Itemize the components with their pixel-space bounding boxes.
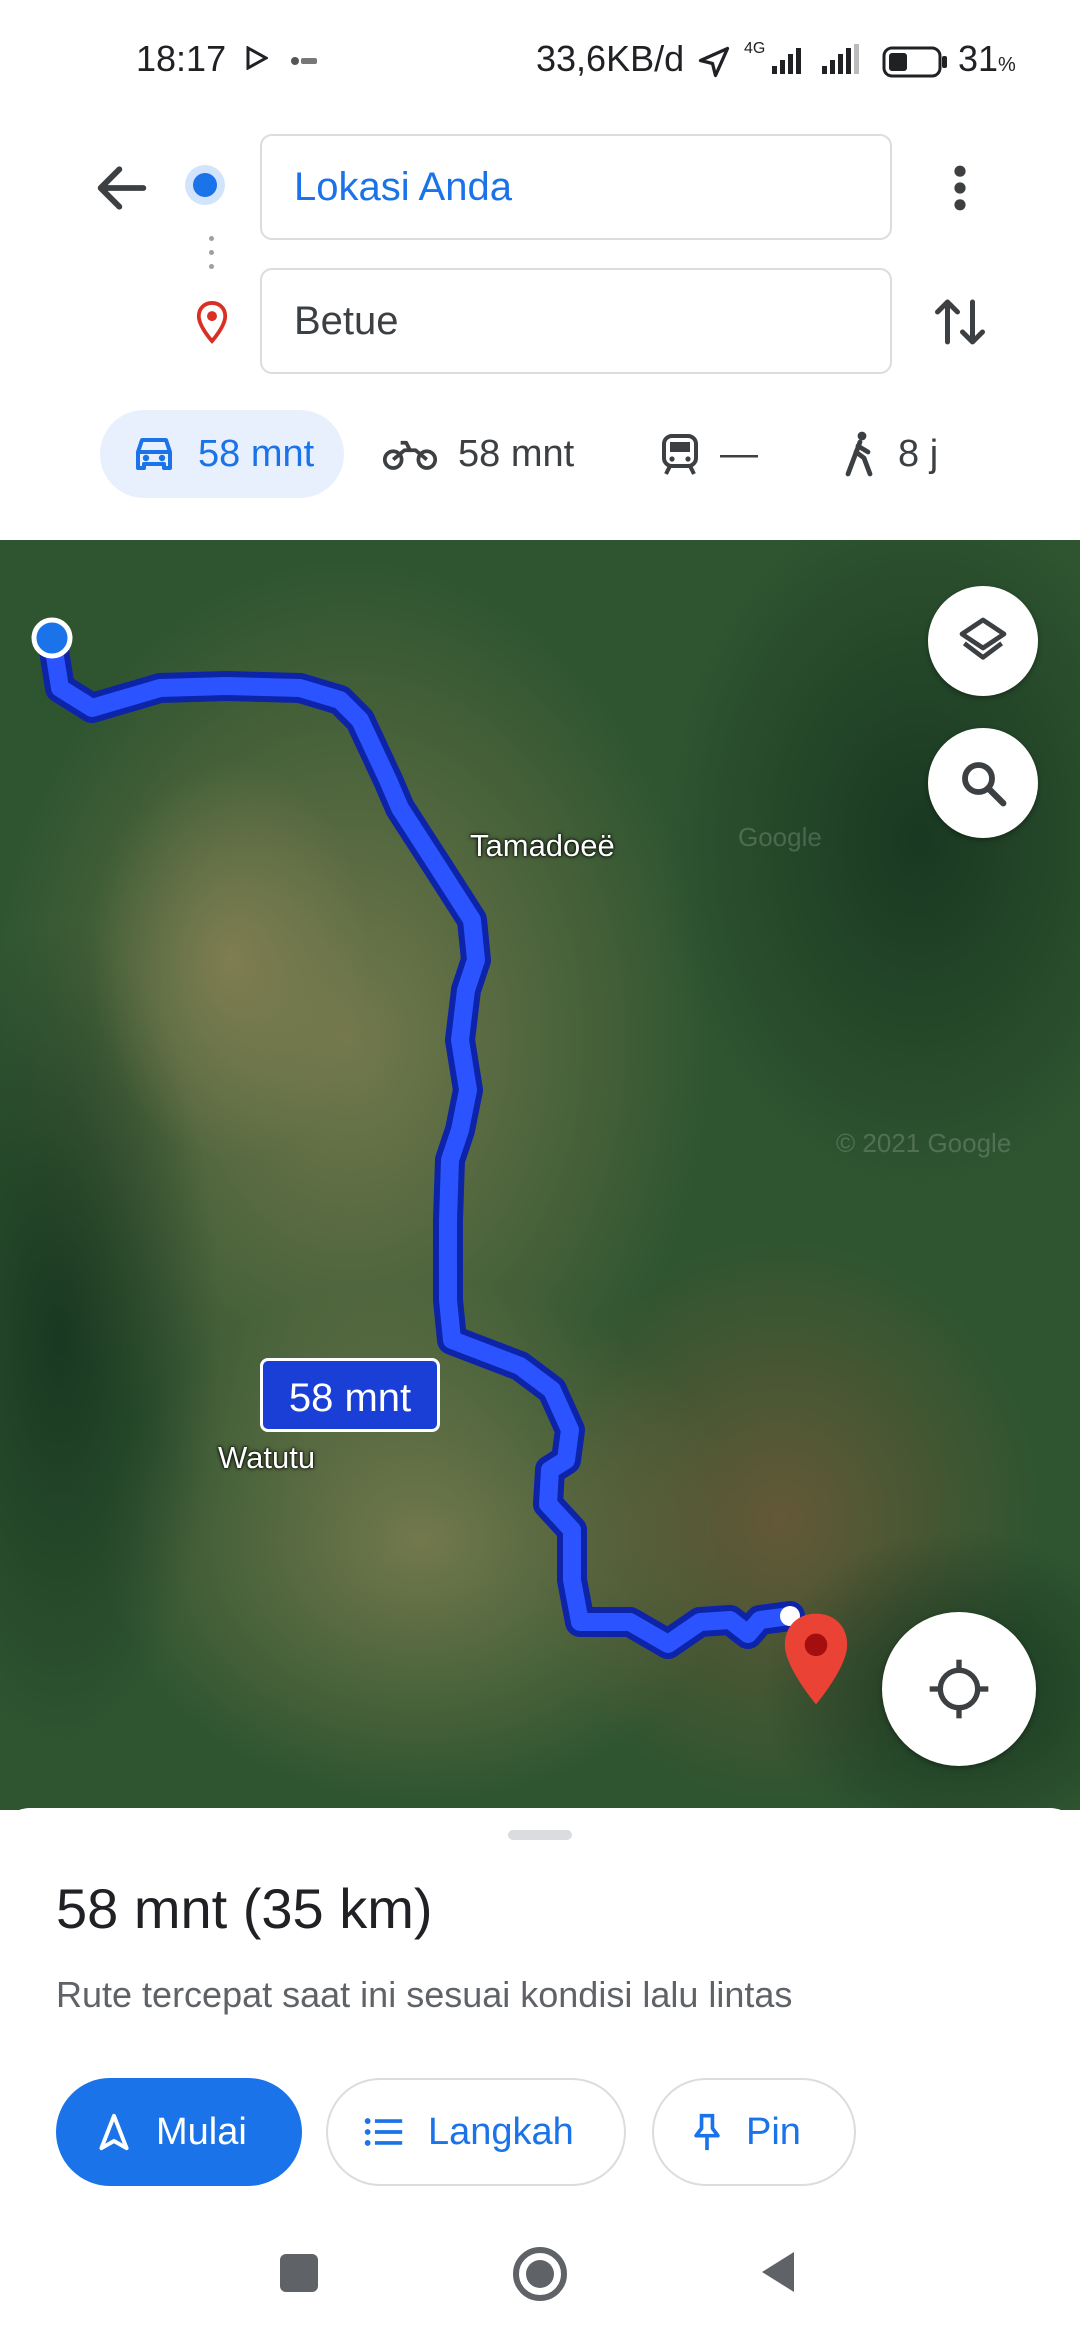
steps-label: Langkah xyxy=(428,2110,574,2153)
motorcycle-icon xyxy=(382,440,438,470)
search-along-route-button[interactable] xyxy=(928,728,1038,838)
recent-apps-icon[interactable] xyxy=(280,2254,318,2292)
battery-percent: 31% xyxy=(958,38,1016,80)
mode-tab-walk[interactable]: 8 j xyxy=(842,410,938,498)
map-watermark: Google xyxy=(738,822,822,852)
media-play-icon xyxy=(246,46,268,70)
destination-input[interactable]: Betue xyxy=(260,268,892,374)
notification-icon xyxy=(291,57,317,65)
mode-transit-label: — xyxy=(720,432,758,475)
start-navigation-button[interactable]: Mulai xyxy=(56,2078,302,2186)
origin-dot-icon xyxy=(193,173,217,197)
network-speed: 33,6KB/d xyxy=(536,38,685,79)
train-icon xyxy=(662,434,698,475)
back-arrow-icon[interactable] xyxy=(90,156,154,220)
map-view[interactable]: Google © 2021 Google Tamadoeë Watutu 58 … xyxy=(0,540,1080,1810)
layers-button[interactable] xyxy=(928,586,1038,696)
list-icon xyxy=(364,2118,403,2146)
home-icon[interactable] xyxy=(512,2246,568,2302)
network-type: 4G xyxy=(744,40,766,57)
crosshair-icon xyxy=(929,1659,989,1719)
more-options-icon[interactable] xyxy=(940,160,980,216)
layers-icon xyxy=(959,617,1007,660)
route-summary-subtitle: Rute tercepat saat ini sesuai kondisi la… xyxy=(56,1974,793,2015)
swap-directions-icon[interactable] xyxy=(930,290,990,354)
route-summary-title: 58 mnt (35 km) xyxy=(56,1877,433,1940)
route-duration-badge[interactable]: 58 mnt xyxy=(260,1358,440,1432)
mode-tab-car[interactable]: 58 mnt xyxy=(100,410,345,498)
mode-motorcycle-label: 58 mnt xyxy=(458,432,575,475)
status-time: 18:17 xyxy=(136,38,227,79)
mode-tab-transit[interactable]: — xyxy=(660,410,758,498)
origin-input[interactable]: Lokasi Anda xyxy=(260,134,892,240)
sheet-drag-handle[interactable] xyxy=(508,1830,572,1840)
car-icon xyxy=(136,438,172,470)
battery-percent-unit: % xyxy=(998,54,1016,76)
destination-pin-icon xyxy=(196,301,228,344)
pin-label: Pin xyxy=(746,2110,801,2153)
mode-tab-motorcycle[interactable]: 58 mnt xyxy=(382,410,574,498)
navigation-arrow-icon xyxy=(99,2113,129,2151)
battery-percent-value: 31 xyxy=(958,38,999,79)
pin-button[interactable]: Pin xyxy=(652,2078,856,2186)
destination-marker-icon xyxy=(784,1613,848,1705)
system-nav-bar xyxy=(0,2200,1080,2340)
start-navigation-label: Mulai xyxy=(156,2110,247,2153)
signal-icon-2 xyxy=(822,44,859,74)
mode-car-label: 58 mnt xyxy=(198,432,315,475)
satellite-map-background xyxy=(0,540,1080,1810)
map-place-label: Tamadoeë xyxy=(470,828,615,863)
steps-button[interactable]: Langkah xyxy=(326,2078,626,2186)
battery-icon xyxy=(882,46,947,78)
map-copyright: © 2021 Google xyxy=(836,1128,1012,1158)
mode-walk-label: 8 j xyxy=(898,432,939,475)
location-arrow-icon xyxy=(698,46,730,78)
back-icon[interactable] xyxy=(758,2248,798,2296)
pin-icon xyxy=(694,2113,720,2151)
my-location-button[interactable] xyxy=(882,1612,1036,1766)
status-bar: 18:17 33,6KB/d 4G 31% xyxy=(0,0,1080,126)
travel-mode-tabs: 58 mnt 58 mnt — 8 j xyxy=(0,406,1080,502)
signal-icon xyxy=(772,48,801,74)
search-icon xyxy=(962,762,1007,807)
walk-icon xyxy=(845,431,873,477)
route-dots-icon xyxy=(209,236,215,276)
map-place-label: Watutu xyxy=(218,1440,316,1475)
